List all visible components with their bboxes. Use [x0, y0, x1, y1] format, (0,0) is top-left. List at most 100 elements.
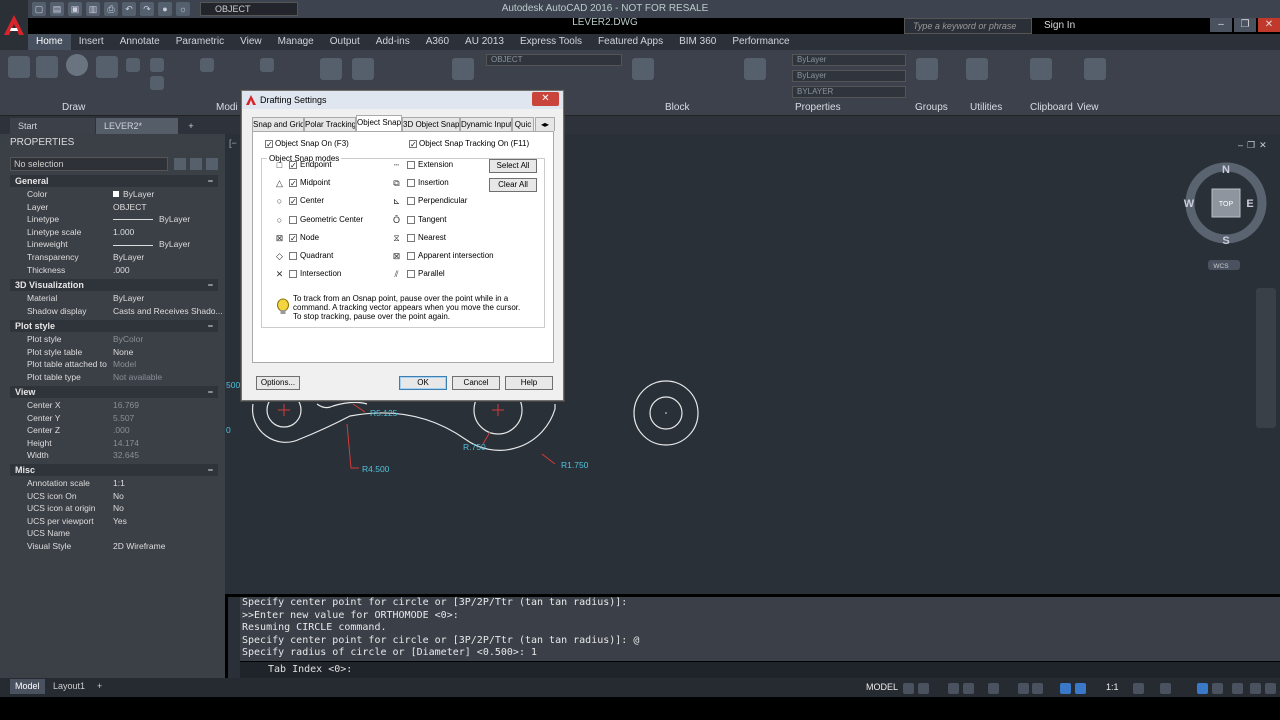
center-checkbox[interactable]: ✓ [289, 197, 297, 206]
layout-tab-layout1[interactable]: Layout1 [48, 679, 90, 694]
osnap-on-checkbox[interactable]: ✓ [265, 140, 273, 149]
match-properties-icon[interactable] [744, 58, 766, 80]
help-button[interactable]: Help [505, 376, 553, 390]
tab-quick-properties[interactable]: Quic [512, 117, 534, 131]
dim-label-r5125[interactable]: R5.125 [370, 408, 398, 418]
compass-west[interactable]: W [1184, 198, 1195, 210]
collapse-icon[interactable]: − [208, 320, 213, 332]
line-tool-icon[interactable] [8, 56, 30, 78]
property-row[interactable]: Height 14.174 [10, 437, 218, 449]
quadrant-checkbox[interactable] [289, 252, 297, 260]
tab-dynamic-input[interactable]: Dynamic Input [460, 117, 512, 131]
property-value[interactable]: 5.507 [113, 412, 134, 424]
property-row[interactable]: Plot style ByColor [10, 333, 218, 345]
text-tool-icon[interactable] [320, 58, 342, 80]
layer-sun-icon[interactable]: ☼ [176, 2, 190, 16]
selection-dropdown[interactable]: No selection [10, 157, 168, 171]
ok-button[interactable]: OK [399, 376, 447, 390]
geometric-center-checkbox[interactable] [289, 215, 297, 224]
tab-home[interactable]: Home [28, 34, 71, 50]
trim-icon[interactable] [260, 58, 274, 72]
command-line-handle[interactable] [228, 597, 240, 679]
node-checkbox[interactable]: ✓ [289, 233, 297, 242]
section-plot-style[interactable]: Plot style − [10, 320, 218, 332]
property-value[interactable]: OBJECT [113, 201, 147, 213]
undo-icon[interactable]: ↶ [122, 2, 136, 16]
tab-express-tools[interactable]: Express Tools [512, 34, 590, 50]
save-icon[interactable]: ▣ [68, 2, 82, 16]
tab-output[interactable]: Output [322, 34, 368, 50]
property-row[interactable]: Thickness .000 [10, 264, 218, 276]
layout-tab-model[interactable]: Model [10, 679, 45, 694]
tab-parametric[interactable]: Parametric [168, 34, 232, 50]
tab-insert[interactable]: Insert [71, 34, 112, 50]
move-icon[interactable] [150, 58, 164, 72]
section-view[interactable]: View − [10, 386, 218, 398]
dimension-tool-icon[interactable] [352, 58, 374, 80]
dim-label-r1750[interactable]: R1.750 [561, 460, 589, 470]
vp-close-icon[interactable]: ✕ [1259, 140, 1267, 151]
toggle-pickadd-icon[interactable] [174, 158, 186, 170]
property-row[interactable]: Material ByLayer [10, 292, 218, 304]
clean-screen-icon[interactable] [1232, 683, 1243, 694]
panel-label-utilities[interactable]: Utilities [970, 102, 1002, 113]
property-row[interactable]: Linetype ByLayer [10, 213, 218, 225]
tab-featured-apps[interactable]: Featured Apps [590, 34, 671, 50]
intersection-checkbox[interactable] [289, 270, 297, 279]
property-row[interactable]: Plot table attached to Model [10, 358, 218, 370]
property-value[interactable]: ByLayer [113, 188, 154, 200]
customization-icon[interactable] [1250, 683, 1261, 694]
dialog-close-icon[interactable]: ✕ [532, 92, 559, 106]
dim-label-r4500[interactable]: R4.500 [362, 464, 390, 474]
file-tab-lever2[interactable]: LEVER2* [96, 118, 178, 134]
lever-inner-arc[interactable] [316, 401, 368, 409]
open-icon[interactable]: ▤ [50, 2, 64, 16]
new-layout-button[interactable]: + [92, 679, 107, 694]
nearest-checkbox[interactable] [407, 233, 415, 242]
layer-light-icon[interactable]: ● [158, 2, 172, 16]
draw-more-icon[interactable] [126, 58, 140, 72]
save-as-icon[interactable]: ▥ [86, 2, 100, 16]
property-row[interactable]: Center Z .000 [10, 424, 218, 436]
property-value[interactable]: Not available [113, 371, 162, 383]
cancel-button[interactable]: Cancel [452, 376, 500, 390]
property-row[interactable]: Shadow display Casts and Receives Shado..… [10, 305, 223, 317]
layer-properties-icon[interactable] [452, 58, 474, 80]
color-combo[interactable]: ByLayer [792, 54, 906, 66]
collapse-icon[interactable]: − [208, 464, 213, 476]
property-value[interactable]: ByColor [113, 333, 143, 345]
select-all-button[interactable]: Select All [489, 159, 537, 173]
section-general[interactable]: General − [10, 175, 218, 187]
close-icon[interactable]: ✕ [1258, 18, 1280, 32]
property-value[interactable]: No [113, 490, 124, 502]
property-value[interactable]: No [113, 502, 124, 514]
property-value[interactable]: 2D Wireframe [113, 540, 165, 552]
paste-icon[interactable] [1030, 58, 1052, 80]
rotate-icon[interactable] [200, 58, 214, 72]
quick-select-icon[interactable] [206, 158, 218, 170]
tab-object-snap[interactable]: Object Snap [356, 115, 402, 131]
dim-label-r750[interactable]: R.750 [463, 442, 486, 452]
property-value[interactable]: ByLayer [113, 251, 144, 263]
property-value[interactable]: .000 [113, 264, 130, 276]
section-misc[interactable]: Misc − [10, 464, 218, 476]
snap-icon[interactable] [918, 683, 929, 694]
annotation-scale[interactable]: 1:1 [1106, 682, 1119, 692]
panel-label-view[interactable]: View [1077, 102, 1099, 113]
model-space-button[interactable]: MODEL [866, 682, 898, 692]
tab-3d-object-snap[interactable]: 3D Object Snap [402, 117, 460, 131]
qat-layer-combo[interactable]: OBJECT [200, 2, 298, 16]
isolate-objects-icon[interactable] [1212, 683, 1223, 694]
property-row[interactable]: UCS Name [10, 527, 218, 539]
tab-au2013[interactable]: AU 2013 [457, 34, 512, 50]
annotation-visibility-icon[interactable] [1060, 683, 1071, 694]
dim-label-left-1[interactable]: 500 [226, 380, 240, 390]
tab-polar-tracking[interactable]: Polar Tracking [304, 117, 356, 131]
osnap-tracking-checkbox[interactable]: ✓ [409, 140, 417, 149]
ribbon-layer-combo[interactable]: OBJECT [486, 54, 622, 66]
insert-block-icon[interactable] [632, 58, 654, 80]
tab-add-ins[interactable]: Add-ins [368, 34, 418, 50]
panel-label-draw[interactable]: Draw [62, 102, 85, 113]
property-value[interactable]: 16.769 [113, 399, 139, 411]
navigation-bar[interactable] [1256, 288, 1276, 428]
